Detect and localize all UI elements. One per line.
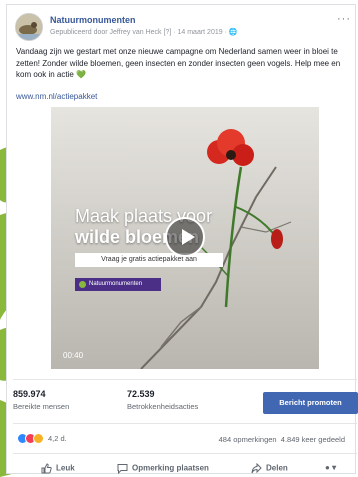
share-icon [251,462,262,474]
thumbs-up-icon [41,463,52,474]
engagement-label: Betrokkenheidsacties [127,402,199,411]
video-player[interactable]: Maak plaats voor wilde bloemen Vraag je … [51,107,319,369]
comment-button[interactable]: Opmerking plaatsen [117,463,209,475]
globe-icon: 🌐 [228,29,238,36]
share-count-link[interactable]: 4.849 keer gedeeld [281,435,345,444]
engagement-counts: 484 opmerkingen 4.849 keer gedeeld [219,435,345,444]
haha-reaction-icon [33,433,44,444]
video-duration: 00:40 [63,351,84,360]
profile-icon: ● [325,463,330,472]
like-button[interactable]: Leuk [41,463,75,474]
engagement-value: 72.539 [127,389,155,399]
comment-count-link[interactable]: 484 opmerkingen [219,435,277,444]
reach-label: Bereikte mensen [13,402,70,411]
post-meta: Gepubliceerd door Jeffrey van Heck [?] ·… [50,28,238,36]
share-button[interactable]: Delen [251,462,288,474]
divider [13,423,357,424]
brand-logo-bar: Natuurmonumenten [75,278,161,291]
post-link[interactable]: www.nm.nl/actiepakket [16,92,97,101]
share-label: Delen [266,463,288,473]
more-options-button[interactable]: ··· [337,13,351,25]
post-meta-text: Gepubliceerd door Jeffrey van Heck [?] ·… [50,29,229,36]
comment-label: Opmerking plaatsen [132,463,209,473]
promote-post-button[interactable]: Bericht promoten [263,392,358,414]
chevron-down-icon: ▾ [332,463,337,472]
divider [13,453,357,454]
brand-name: Natuurmonumenten [89,281,143,287]
divider [13,379,357,380]
audience-selector[interactable]: ● ▾ [325,463,336,472]
reaction-count[interactable]: 4,2 d. [48,434,67,443]
page-avatar[interactable] [15,13,43,41]
post-header: Natuurmonumenten Gepubliceerd door Jeffr… [13,11,353,45]
comment-icon [117,464,128,475]
reach-value: 859.974 [13,389,46,399]
like-label: Leuk [56,463,75,473]
play-button[interactable] [165,217,205,257]
video-cta-banner: Vraag je gratis actiepakket aan [75,253,223,267]
facebook-post-card: Natuurmonumenten Gepubliceerd door Jeffr… [6,4,358,475]
page-name-link[interactable]: Natuurmonumenten [50,15,136,25]
brand-logo-icon [79,281,86,288]
post-text: Vandaag zijn we gestart met onze nieuwe … [16,47,341,79]
